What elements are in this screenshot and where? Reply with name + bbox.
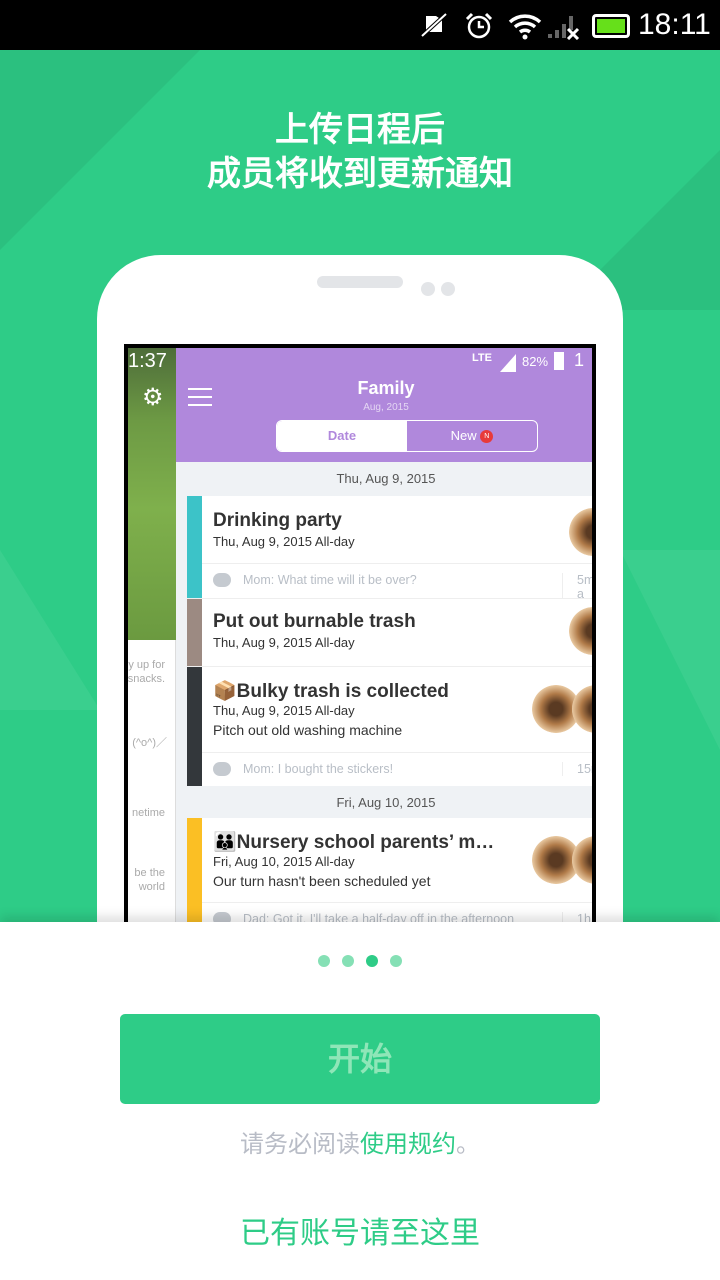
status-bar: 18:11 bbox=[0, 0, 720, 50]
page-indicator-dot[interactable] bbox=[318, 955, 330, 967]
new-badge: N bbox=[480, 430, 494, 444]
terms-link[interactable]: 使用规约 bbox=[360, 1131, 456, 1158]
avatar bbox=[572, 836, 592, 884]
speaker bbox=[317, 276, 403, 288]
start-button[interactable]: 开始 bbox=[120, 1014, 600, 1104]
avatar bbox=[569, 508, 592, 556]
comment-text: Mom: I bought the stickers! bbox=[243, 762, 394, 776]
event-date: Thu, Aug 9, 2015 All-day bbox=[213, 534, 355, 549]
signal-icon bbox=[500, 354, 516, 372]
no-signal-icon bbox=[548, 16, 580, 40]
drawer-text: y up for bbox=[128, 659, 165, 671]
event-color-bar bbox=[187, 496, 202, 598]
page-indicator-dot[interactable] bbox=[342, 955, 354, 967]
date-header: Thu, Aug 9, 2015 bbox=[336, 471, 436, 486]
terms-prefix: 请务必阅读 bbox=[240, 1131, 360, 1158]
view-tabs: Date New N bbox=[276, 420, 538, 452]
phone-time: 1 bbox=[574, 350, 585, 370]
comment-icon bbox=[213, 762, 231, 776]
event-title: 📦Bulky trash is collected bbox=[213, 681, 449, 702]
terms-notice: 请务必阅读使用规约。 bbox=[0, 1124, 720, 1159]
drawer-text: world bbox=[138, 881, 165, 893]
gear-icon: ⚙ bbox=[142, 384, 164, 411]
avatar bbox=[572, 685, 592, 733]
battery-icon bbox=[554, 352, 564, 370]
event-color-bar bbox=[187, 599, 202, 666]
terms-suffix: 。 bbox=[456, 1131, 480, 1158]
comment-icon bbox=[213, 573, 231, 587]
tab-new-label: New bbox=[450, 428, 477, 443]
battery-level: 82% bbox=[522, 354, 549, 369]
existing-account-link[interactable]: 已有账号请至这里 bbox=[0, 1208, 720, 1252]
event-title: 👪Nursery school parents’ m… bbox=[213, 832, 495, 853]
headline: 上传日程后 成员将收到更新通知 bbox=[0, 108, 720, 196]
mute-icon bbox=[420, 12, 448, 38]
drawer-list: y up for snacks. (^o^)／ netime be the worl… bbox=[128, 640, 176, 944]
event-date: Thu, Aug 9, 2015 All-day bbox=[213, 703, 355, 718]
event-date: Fri, Aug 10, 2015 All-day bbox=[213, 854, 355, 869]
tab-new[interactable]: New N bbox=[407, 421, 537, 451]
comment-text: Mom: What time will it be over? bbox=[243, 573, 417, 587]
event-note: Our turn hasn't been scheduled yet bbox=[213, 873, 431, 889]
drawer-background-photo: 1:37 ⚙ bbox=[128, 348, 176, 640]
alarm-icon bbox=[465, 12, 493, 39]
drawer-text: netime bbox=[131, 807, 165, 819]
bottom-panel: 开始 请务必阅读使用规约。 已有账号请至这里 bbox=[0, 922, 720, 1280]
comment-row[interactable]: Mom: I bought the stickers! 15m bbox=[202, 752, 592, 787]
event-card[interactable]: Put out burnable trash Thu, Aug 9, 2015 … bbox=[187, 598, 592, 666]
calendar-title: Family bbox=[357, 378, 415, 398]
headline-line-1: 上传日程后 bbox=[275, 111, 445, 149]
drawer-text: snacks. bbox=[128, 673, 165, 685]
comment-time: 15m bbox=[562, 762, 592, 776]
wifi-icon bbox=[508, 14, 542, 40]
phone-screen: 1:37 ⚙ y up for snacks. (^o^)／ netime be … bbox=[124, 344, 596, 944]
drawer-text: be the bbox=[134, 867, 165, 879]
page-indicator-dot-active[interactable] bbox=[366, 955, 378, 967]
camera bbox=[421, 282, 435, 296]
event-title: Drinking party bbox=[213, 510, 342, 531]
clock: 18:11 bbox=[638, 8, 711, 41]
headline-line-2: 成员将收到更新通知 bbox=[207, 155, 513, 193]
drawer-time: 1:37 bbox=[128, 350, 167, 372]
comment-time: 5m a bbox=[562, 573, 592, 601]
tab-date[interactable]: Date bbox=[277, 421, 407, 451]
network-type: LTE bbox=[472, 352, 492, 364]
event-card[interactable]: Drinking party Thu, Aug 9, 2015 All-day … bbox=[187, 496, 592, 601]
battery-icon bbox=[592, 14, 630, 38]
comment-row[interactable]: Mom: What time will it be over? 5m a bbox=[202, 563, 592, 601]
event-note: Pitch out old washing machine bbox=[213, 722, 403, 738]
event-card[interactable]: 📦Bulky trash is collected Thu, Aug 9, 20… bbox=[187, 666, 592, 786]
sensor bbox=[441, 282, 455, 296]
page-indicator-dot[interactable] bbox=[390, 955, 402, 967]
app-header: LTE 82% 1 Family Aug, 2015 Date New N bbox=[176, 348, 592, 462]
event-list: Thu, Aug 9, 2015 Drinking party Thu, Aug… bbox=[176, 462, 592, 944]
event-title: Put out burnable trash bbox=[213, 611, 416, 632]
event-color-bar bbox=[187, 667, 202, 786]
date-header: Fri, Aug 10, 2015 bbox=[336, 795, 436, 810]
drawer-text: (^o^)／ bbox=[132, 737, 167, 749]
event-date: Thu, Aug 9, 2015 All-day bbox=[213, 635, 355, 650]
calendar-subtitle: Aug, 2015 bbox=[363, 402, 409, 413]
avatar bbox=[569, 607, 592, 655]
